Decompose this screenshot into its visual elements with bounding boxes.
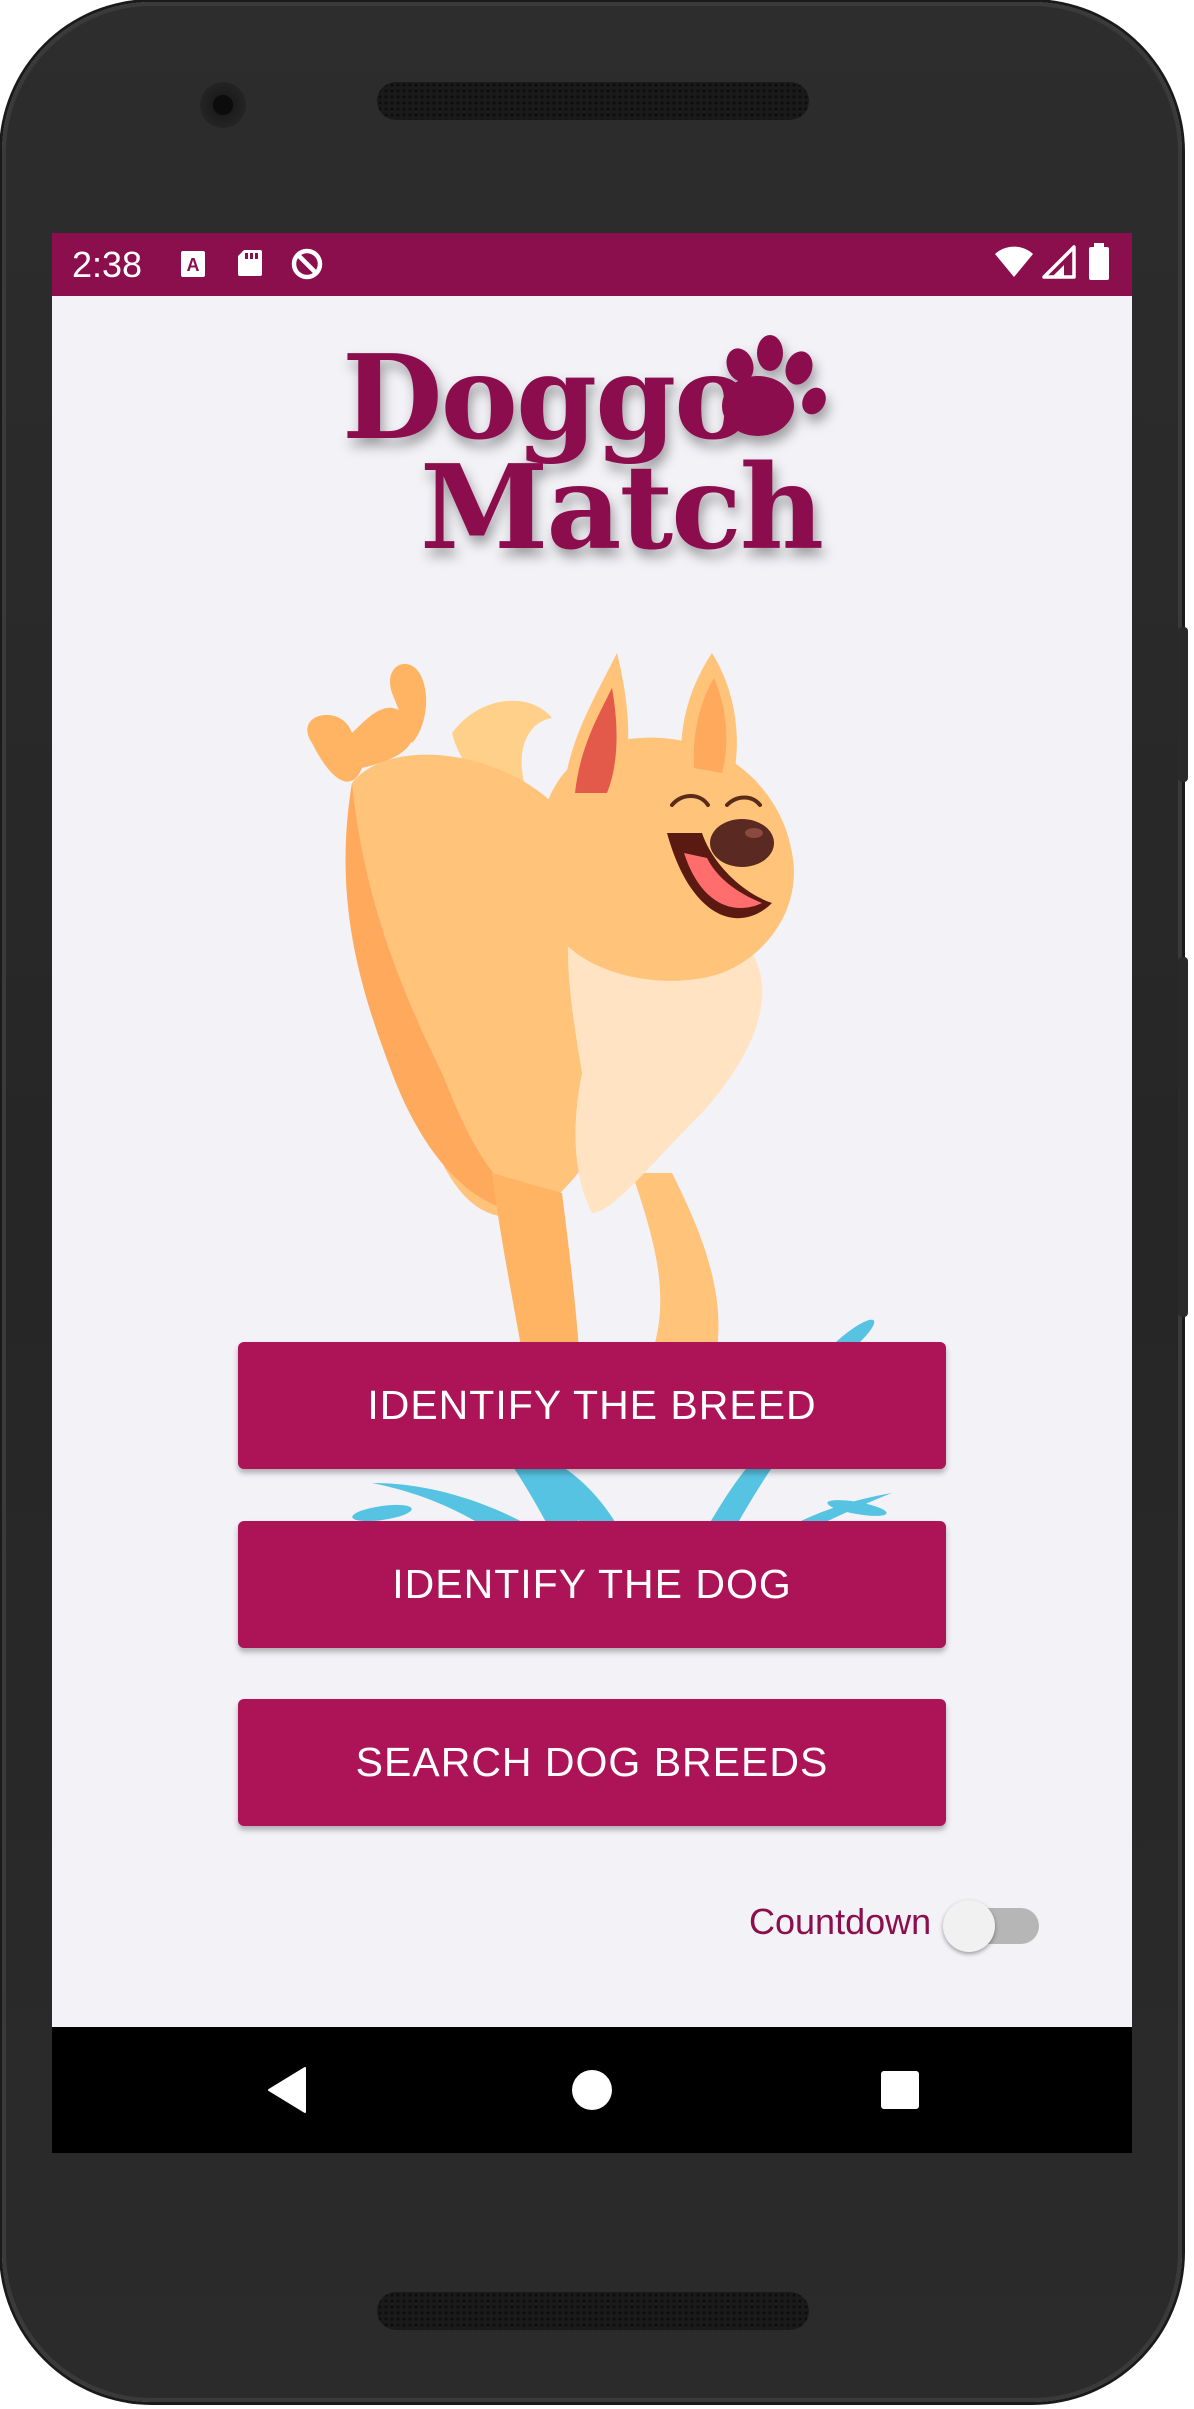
search-dog-breeds-button[interactable]: SEARCH DOG BREEDS xyxy=(238,1699,946,1826)
status-time: 2:38 xyxy=(72,244,143,285)
front-camera xyxy=(200,82,246,128)
back-icon[interactable] xyxy=(257,2060,317,2120)
sd-card-icon xyxy=(236,247,264,284)
recents-icon[interactable] xyxy=(870,2060,930,2120)
power-button xyxy=(1178,627,1188,782)
bottom-speaker xyxy=(377,2292,809,2330)
countdown-row: Countdown xyxy=(749,1887,1089,1957)
font-a-icon: A xyxy=(180,247,206,284)
app-screen: 2:38 A Doggo Match IDENTIFY THE BREED ID… xyxy=(52,233,1132,2153)
wifi-icon xyxy=(994,245,1034,284)
app-logo: Doggo Match xyxy=(52,323,1132,576)
navigation-bar xyxy=(52,2027,1132,2153)
svg-text:A: A xyxy=(187,255,200,275)
countdown-label: Countdown xyxy=(749,1901,932,1942)
volume-button xyxy=(1178,957,1188,1317)
status-bar: 2:38 A xyxy=(52,233,1132,296)
home-icon[interactable] xyxy=(562,2060,622,2120)
identify-breed-button[interactable]: IDENTIFY THE BREED xyxy=(238,1342,946,1469)
logo-line2: Match xyxy=(420,440,822,573)
top-speaker xyxy=(377,82,809,120)
cell-signal-icon xyxy=(1042,245,1076,284)
paw-icon xyxy=(722,335,826,436)
countdown-switch-thumb[interactable] xyxy=(943,1900,995,1952)
data-saver-icon xyxy=(290,247,324,286)
battery-icon xyxy=(1088,243,1110,286)
identify-dog-button[interactable]: IDENTIFY THE DOG xyxy=(238,1521,946,1648)
